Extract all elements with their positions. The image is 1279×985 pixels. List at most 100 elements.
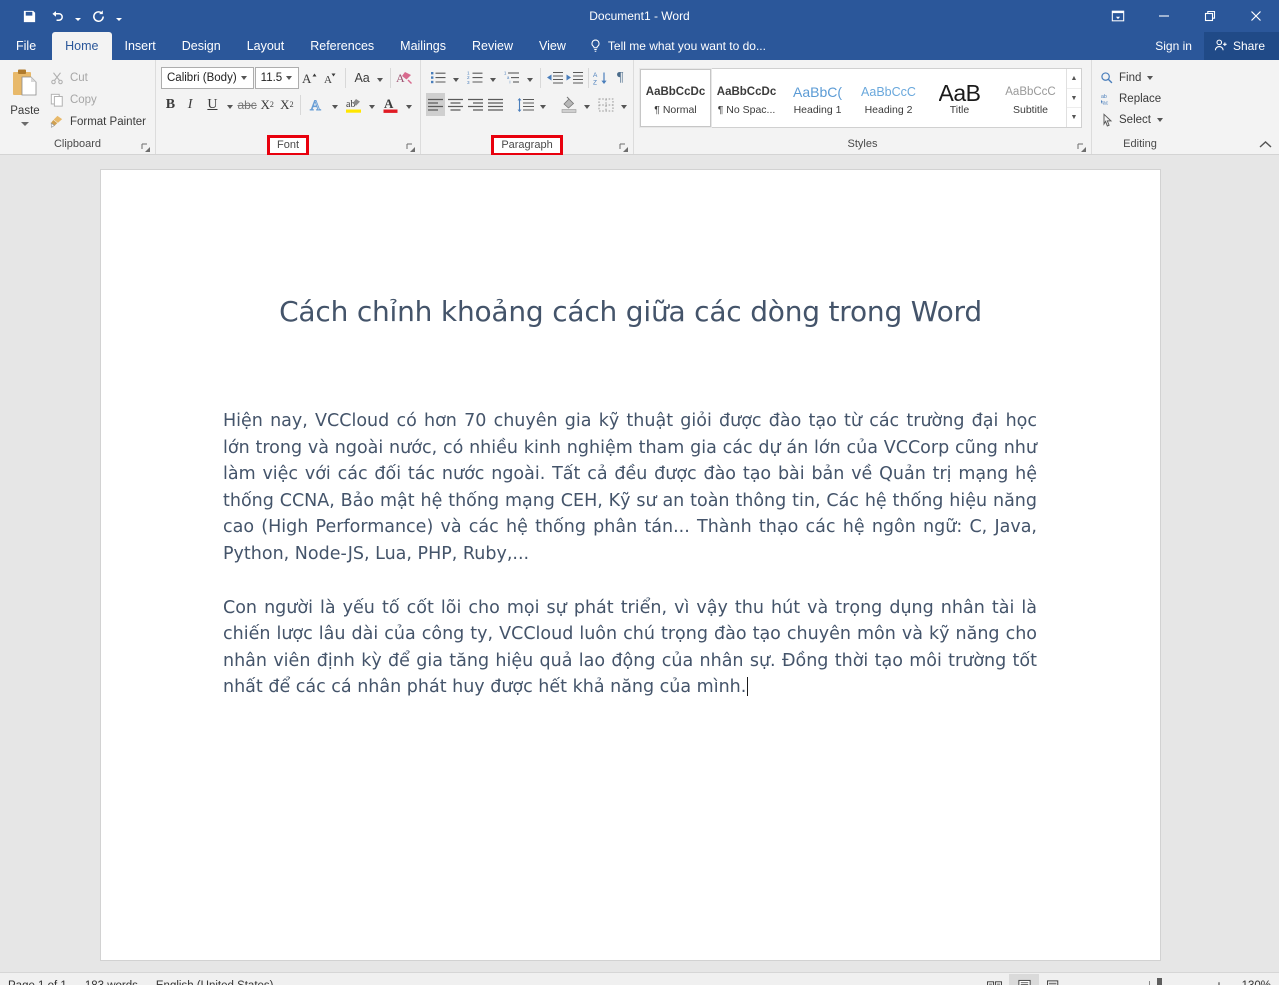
text-highlight-color-icon[interactable]: ab bbox=[342, 93, 366, 116]
text-effects-button[interactable]: A bbox=[305, 93, 341, 116]
line-spacing-dropdown-icon[interactable] bbox=[537, 93, 549, 116]
line-spacing-button[interactable] bbox=[513, 93, 549, 116]
styles-scroll-down-icon[interactable]: ▼ bbox=[1067, 89, 1081, 109]
style-item-title[interactable]: AaB Title bbox=[924, 69, 995, 127]
borders-button[interactable] bbox=[594, 93, 630, 116]
shading-icon[interactable] bbox=[557, 93, 581, 116]
multilevel-list-button[interactable]: 1ai bbox=[500, 66, 536, 89]
tab-mailings[interactable]: Mailings bbox=[387, 32, 459, 60]
sort-icon[interactable]: AZ bbox=[592, 66, 611, 89]
view-web-layout-icon[interactable] bbox=[1039, 974, 1069, 985]
view-print-layout-icon[interactable] bbox=[1009, 974, 1039, 985]
tab-view[interactable]: View bbox=[526, 32, 579, 60]
style-item-subtitle[interactable]: AaBbCcC Subtitle bbox=[995, 69, 1066, 127]
tab-review[interactable]: Review bbox=[459, 32, 526, 60]
bullets-button[interactable] bbox=[426, 66, 462, 89]
select-button[interactable]: Select bbox=[1097, 109, 1165, 130]
change-case-dropdown-icon[interactable] bbox=[374, 66, 386, 89]
font-dialog-launcher-icon[interactable] bbox=[406, 142, 416, 152]
italic-button[interactable]: I bbox=[181, 93, 200, 116]
superscript-button[interactable]: X2 bbox=[278, 93, 297, 116]
style-item-no-spacing[interactable]: AaBbCcDc ¶ No Spac... bbox=[711, 69, 782, 127]
numbering-icon[interactable]: 123 bbox=[463, 66, 487, 89]
underline-button[interactable]: U bbox=[200, 93, 236, 116]
zoom-in-button[interactable]: + bbox=[1209, 974, 1229, 985]
format-painter-button[interactable]: Format Painter bbox=[45, 111, 150, 132]
grow-font-icon[interactable]: A bbox=[300, 66, 320, 89]
multilevel-list-dropdown-icon[interactable] bbox=[524, 66, 536, 89]
styles-dialog-launcher-icon[interactable] bbox=[1077, 142, 1087, 152]
find-dropdown-icon[interactable] bbox=[1147, 75, 1154, 80]
bullets-dropdown-icon[interactable] bbox=[450, 66, 462, 89]
style-item-heading-1[interactable]: AaBbC( Heading 1 bbox=[782, 69, 853, 127]
styles-more-icon[interactable]: ▼ bbox=[1067, 108, 1081, 127]
save-icon[interactable] bbox=[16, 4, 42, 28]
sign-in-button[interactable]: Sign in bbox=[1143, 32, 1204, 60]
numbering-dropdown-icon[interactable] bbox=[487, 66, 499, 89]
align-center-button[interactable] bbox=[446, 93, 465, 116]
copy-button[interactable]: Copy bbox=[45, 89, 150, 110]
tab-references[interactable]: References bbox=[297, 32, 387, 60]
text-highlight-dropdown-icon[interactable] bbox=[366, 93, 378, 116]
view-read-mode-icon[interactable] bbox=[979, 974, 1009, 985]
borders-icon[interactable] bbox=[594, 93, 618, 116]
select-dropdown-icon[interactable] bbox=[1156, 117, 1163, 122]
font-color-button[interactable]: A bbox=[379, 93, 415, 116]
text-effects-dropdown-icon[interactable] bbox=[329, 93, 341, 116]
shrink-font-icon[interactable]: A bbox=[321, 66, 341, 89]
change-case-icon[interactable]: Aa bbox=[350, 66, 374, 89]
font-name-dropdown-icon[interactable] bbox=[237, 76, 251, 80]
align-right-button[interactable] bbox=[466, 93, 485, 116]
tab-design[interactable]: Design bbox=[169, 32, 234, 60]
styles-scroll-up-icon[interactable]: ▲ bbox=[1067, 69, 1081, 89]
font-size-combobox[interactable]: 11.5 bbox=[254, 66, 300, 89]
share-button[interactable]: Share bbox=[1203, 32, 1279, 60]
document-page[interactable]: Cách chỉnh khoảng cách giữa các dòng tro… bbox=[101, 170, 1160, 960]
cut-button[interactable]: Cut bbox=[45, 67, 150, 88]
font-color-icon[interactable]: A bbox=[379, 93, 403, 116]
bullets-icon[interactable] bbox=[426, 66, 450, 89]
text-highlight-button[interactable]: ab bbox=[342, 93, 378, 116]
document-body[interactable]: Hiện nay, VCCloud có hơn 70 chuyên gia k… bbox=[223, 408, 1037, 701]
minimize-icon[interactable] bbox=[1141, 0, 1187, 32]
ribbon-display-options-icon[interactable] bbox=[1095, 0, 1141, 32]
redo-icon[interactable] bbox=[85, 4, 111, 28]
zoom-out-button[interactable]: − bbox=[1069, 974, 1089, 985]
customize-qat-icon[interactable] bbox=[113, 4, 124, 28]
zoom-slider[interactable] bbox=[1093, 974, 1205, 985]
tell-me-search[interactable]: Tell me what you want to do... bbox=[579, 32, 776, 60]
justify-button[interactable] bbox=[486, 93, 505, 116]
numbering-button[interactable]: 123 bbox=[463, 66, 499, 89]
increase-indent-icon[interactable] bbox=[565, 66, 584, 89]
strikethrough-button[interactable]: abc bbox=[237, 93, 256, 116]
font-size-dropdown-icon[interactable] bbox=[282, 76, 296, 80]
paragraph-dialog-launcher-icon[interactable] bbox=[619, 142, 629, 152]
text-effects-icon[interactable]: A bbox=[305, 93, 329, 116]
decrease-indent-icon[interactable] bbox=[545, 66, 564, 89]
tab-file[interactable]: File bbox=[0, 32, 52, 60]
shading-dropdown-icon[interactable] bbox=[581, 93, 593, 116]
bold-button[interactable]: B bbox=[161, 93, 180, 116]
zoom-slider-thumb[interactable] bbox=[1156, 978, 1162, 985]
underline-icon[interactable]: U bbox=[200, 93, 224, 116]
tab-layout[interactable]: Layout bbox=[234, 32, 298, 60]
line-spacing-icon[interactable] bbox=[513, 93, 537, 116]
tab-home[interactable]: Home bbox=[52, 32, 112, 60]
paste-button[interactable]: Paste bbox=[5, 65, 45, 126]
font-name-combobox[interactable]: Calibri (Body) bbox=[161, 66, 254, 89]
subscript-button[interactable]: X2 bbox=[258, 93, 277, 116]
change-case-button[interactable]: Aa bbox=[350, 66, 386, 89]
show-formatting-marks-icon[interactable]: ¶ bbox=[612, 66, 628, 89]
language-indicator[interactable]: English (United States) bbox=[156, 980, 274, 985]
undo-icon[interactable] bbox=[44, 4, 70, 28]
style-item-normal[interactable]: AaBbCcDc ¶ Normal bbox=[639, 68, 712, 128]
align-left-button[interactable] bbox=[426, 93, 445, 116]
find-button[interactable]: Find bbox=[1097, 67, 1165, 88]
clipboard-dialog-launcher-icon[interactable] bbox=[141, 142, 151, 152]
collapse-ribbon-icon[interactable] bbox=[1257, 136, 1273, 152]
undo-dropdown-icon[interactable] bbox=[72, 4, 83, 28]
font-color-dropdown-icon[interactable] bbox=[403, 93, 415, 116]
tab-insert[interactable]: Insert bbox=[112, 32, 169, 60]
close-icon[interactable] bbox=[1233, 0, 1279, 32]
page-indicator[interactable]: Page 1 of 1 bbox=[8, 980, 67, 985]
